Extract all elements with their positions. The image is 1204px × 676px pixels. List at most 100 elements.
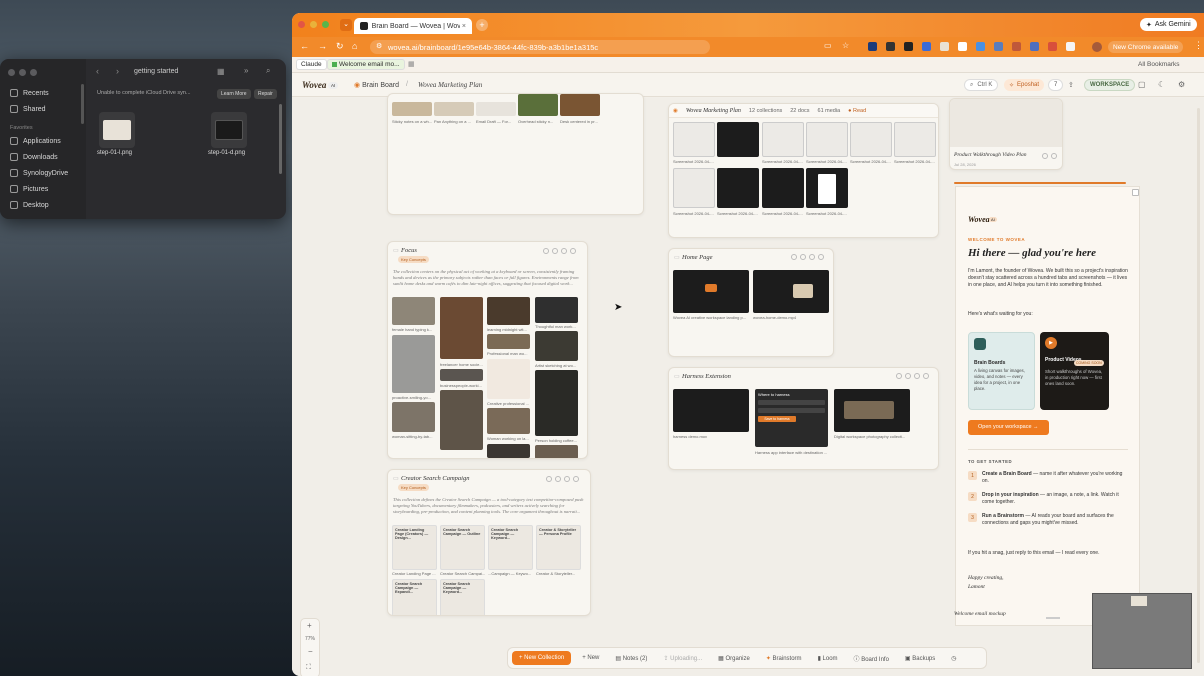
sidebar-item-synologydrive[interactable]: SynologyDrive: [10, 169, 68, 177]
canvas-scrollbar[interactable]: [1197, 108, 1200, 663]
count-badge[interactable]: 7: [1048, 79, 1064, 91]
more-icon[interactable]: [1051, 153, 1057, 159]
image-thumb[interactable]: [440, 390, 483, 450]
minimize-icon[interactable]: [561, 248, 567, 254]
search-button[interactable]: ⌕ Ctrl K: [964, 79, 999, 91]
close-button[interactable]: [298, 21, 305, 28]
image-thumb[interactable]: [392, 402, 435, 432]
sidebar-scrollbar[interactable]: [81, 84, 84, 124]
image-thumb[interactable]: [518, 94, 558, 116]
all-bookmarks-link[interactable]: All Bookmarks: [1138, 61, 1180, 68]
sidebar-item-shared[interactable]: Shared: [10, 105, 46, 113]
share-icon[interactable]: ⇪: [1068, 81, 1074, 89]
board-info-button[interactable]: ⓘ Board Info: [849, 651, 894, 666]
collection-card-focus[interactable]: ▭ Focus Key Concepts The collection cent…: [387, 241, 588, 459]
minimize-icon[interactable]: [564, 476, 570, 482]
image-thumb[interactable]: [392, 297, 435, 325]
content-scrollbar[interactable]: [279, 104, 282, 174]
expand-icon[interactable]: [555, 476, 561, 482]
more-icon[interactable]: [570, 248, 576, 254]
extension-icon[interactable]: [1012, 42, 1021, 51]
doc-card[interactable]: Creator Search Campaign — Outline: [440, 525, 485, 570]
doc-card[interactable]: Creator & Storyteller — Persona Profile: [536, 525, 581, 570]
sidebar-item-pictures[interactable]: Pictures: [10, 185, 48, 193]
bookmark-star-icon[interactable]: ☆: [842, 41, 849, 50]
collection-card-home-page[interactable]: ▭ Home Page Wovea AI creative workspace …: [668, 248, 834, 357]
url-field[interactable]: ⚙ wovea.ai/brainboard/1e95e64b-3864-44fc-…: [370, 40, 710, 54]
screenshot-thumb[interactable]: [673, 168, 715, 208]
cast-icon[interactable]: ▭: [824, 41, 832, 50]
zoom-button[interactable]: [30, 69, 37, 76]
file-name[interactable]: step-01-d.png: [208, 150, 245, 156]
image-thumb[interactable]: [487, 359, 530, 399]
tag-pill[interactable]: Key Concepts: [398, 256, 429, 263]
image-thumb[interactable]: [392, 102, 432, 116]
image-thumb[interactable]: [434, 102, 474, 116]
screenshot-thumb[interactable]: [806, 168, 848, 208]
extension-icon[interactable]: [976, 42, 985, 51]
collapse-icon[interactable]: [543, 248, 549, 254]
repair-button[interactable]: Repair: [254, 89, 277, 99]
new-button[interactable]: + New: [577, 652, 604, 664]
tab-brain-board[interactable]: Brain Board — Wovea | Wovea ×: [354, 18, 472, 34]
file-thumbnail[interactable]: [99, 112, 135, 148]
collection-card-harness-extension[interactable]: ▭ Harness Extension Where to harness Sav…: [668, 367, 939, 470]
forward-icon[interactable]: →: [318, 41, 327, 51]
image-thumb[interactable]: [487, 444, 530, 458]
zoom-button[interactable]: [322, 21, 329, 28]
collection-title[interactable]: Home Page: [682, 254, 713, 261]
bookmark-welcome-email[interactable]: Welcome email mo...: [327, 59, 405, 70]
screenshot-thumb[interactable]: [762, 168, 804, 208]
bookmark-claude[interactable]: Claude: [296, 59, 327, 70]
spotlight-button[interactable]: ✧ Eposhat: [1004, 79, 1045, 91]
collapse-icon[interactable]: [546, 476, 552, 482]
close-tab-icon[interactable]: ×: [462, 23, 466, 30]
home-icon[interactable]: ⌂: [352, 41, 357, 51]
minimize-icon[interactable]: [914, 373, 920, 379]
extension-icon[interactable]: [940, 42, 949, 51]
zoom-out-button[interactable]: −: [308, 647, 313, 656]
back-icon[interactable]: ←: [300, 41, 309, 51]
image-thumb[interactable]: [476, 102, 516, 116]
read-link[interactable]: ● Read: [848, 108, 866, 114]
wovea-logo[interactable]: Wovea: [302, 80, 326, 90]
minimize-button[interactable]: [310, 21, 317, 28]
apps-grid-icon[interactable]: ▦: [408, 60, 415, 68]
extension-icon[interactable]: [922, 42, 931, 51]
forward-icon[interactable]: ›: [116, 66, 119, 76]
sidebar-item-recents[interactable]: Recents: [10, 89, 49, 97]
extension-icon[interactable]: [994, 42, 1003, 51]
open-workspace-button[interactable]: Open your workspace →: [968, 420, 1049, 435]
resize-handle-icon[interactable]: [1132, 189, 1139, 196]
image-thumb[interactable]: [487, 297, 530, 325]
screenshot-thumb[interactable]: [806, 122, 848, 157]
screenshot-thumb[interactable]: [673, 270, 749, 313]
file-thumbnail[interactable]: [211, 112, 247, 148]
extension-popup-thumb[interactable]: Where to harness Save to harness: [755, 389, 828, 447]
collection-title[interactable]: Creator Search Campaign: [401, 475, 470, 482]
image-thumb[interactable]: [535, 445, 578, 458]
expand-icon[interactable]: [800, 254, 806, 260]
loom-button[interactable]: ▮ Loom: [813, 652, 843, 665]
backups-button[interactable]: ▣ Backups: [900, 652, 940, 665]
welcome-email-mockup[interactable]: Wovea AI WELCOME TO WOVEA Hi there — gla…: [955, 186, 1140, 626]
image-thumb[interactable]: [560, 94, 600, 116]
info-icon[interactable]: [1042, 153, 1048, 159]
screenshot-thumb[interactable]: [762, 122, 804, 157]
screenshot-thumb[interactable]: [850, 122, 892, 157]
image-thumb[interactable]: [535, 370, 578, 436]
ask-gemini-button[interactable]: ✦ Ask Gemini: [1140, 18, 1197, 31]
view-grid-icon[interactable]: ▦: [217, 67, 225, 76]
video-preview-overlay[interactable]: [1092, 593, 1192, 669]
collection-card-marketing-plan[interactable]: ◉ Wovea Marketing Plan 12 collections 22…: [668, 103, 939, 238]
more-icon[interactable]: [573, 476, 579, 482]
extension-icon[interactable]: [958, 42, 967, 51]
doc-card[interactable]: Creator Search Campaign — Keyword...: [488, 525, 533, 570]
tag-pill[interactable]: Key Concepts: [398, 484, 429, 491]
video-thumb[interactable]: [753, 270, 829, 313]
back-icon[interactable]: ‹: [96, 66, 99, 76]
new-collection-button[interactable]: + New Collection: [512, 651, 572, 665]
image-thumb[interactable]: [487, 408, 530, 434]
avatar[interactable]: [1092, 42, 1102, 52]
doc-title[interactable]: Product Walkthrough Video Plan: [954, 152, 1026, 158]
